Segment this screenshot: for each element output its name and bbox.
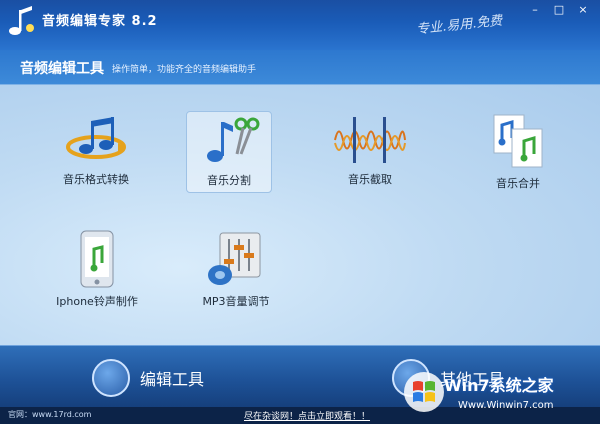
maximize-button[interactable]: □ xyxy=(548,2,570,18)
tool-music-convert[interactable]: 音乐格式转换 xyxy=(46,113,146,193)
music-cut-icon xyxy=(334,117,406,163)
promo-link[interactable]: 尽在杂谈网！点击立即观看！！ xyxy=(244,409,370,422)
title-bar[interactable]: 音频编辑专家 8.2 专业.易用.免费 – □ × xyxy=(0,0,600,50)
tool-label: Iphone铃声制作 xyxy=(56,295,138,308)
pencil-icon xyxy=(92,359,130,397)
music-convert-icon xyxy=(66,117,126,159)
iphone-ringtone-icon xyxy=(80,230,114,288)
tool-mp3-volume[interactable]: MP3音量调节 xyxy=(186,229,286,313)
tool-iphone-ringtone[interactable]: Iphone铃声制作 xyxy=(42,229,152,313)
tool-label: 音乐截取 xyxy=(348,173,392,186)
app-window: 音频编辑专家 8.2 专业.易用.免费 – □ × 音频编辑工具 操作简单，功能… xyxy=(0,0,600,424)
tool-music-merge[interactable]: 音乐合并 xyxy=(480,111,556,195)
tab-label: 编辑工具 xyxy=(140,370,205,389)
website-text: 官网：www.17rd.com xyxy=(8,410,92,419)
music-split-icon xyxy=(207,117,260,162)
section-title: 音频编辑工具 xyxy=(20,61,104,77)
section-subtitle: 操作简单，功能齐全的音频编辑助手 xyxy=(112,65,257,75)
tool-label: 音乐合并 xyxy=(496,177,540,190)
windows-logo-icon xyxy=(404,372,444,412)
tool-label: 音乐格式转换 xyxy=(63,173,129,186)
minimize-button[interactable]: – xyxy=(524,2,546,18)
app-title: 音频编辑专家 8.2 xyxy=(42,14,158,29)
section-header: 音频编辑工具 操作简单，功能齐全的音频编辑助手 xyxy=(0,50,600,85)
tab-edit-tools[interactable]: 编辑工具 xyxy=(92,354,204,402)
tool-label: MP3音量调节 xyxy=(202,295,270,308)
app-logo-icon xyxy=(9,6,34,35)
tool-music-split[interactable]: 音乐分割 xyxy=(186,111,272,193)
watermark-brand: Win7系统之家 xyxy=(444,376,554,395)
tool-panel: 音乐格式转换 音乐分割 音乐截取 音乐合并 Iphone铃声制作 MP3音量调节 xyxy=(0,85,600,345)
mp3-volume-icon xyxy=(208,232,261,285)
close-button[interactable]: × xyxy=(572,2,594,18)
music-merge-icon xyxy=(493,114,543,168)
tool-music-cut[interactable]: 音乐截取 xyxy=(330,113,410,193)
watermark-badge: Win7系统之家 Www.Winwin7.com xyxy=(398,360,598,420)
tool-label: 音乐分割 xyxy=(207,174,251,187)
slogan: 专业.易用.免费 xyxy=(415,13,504,38)
watermark-url: Www.Winwin7.com xyxy=(458,400,554,411)
window-controls: – □ × xyxy=(524,2,594,18)
